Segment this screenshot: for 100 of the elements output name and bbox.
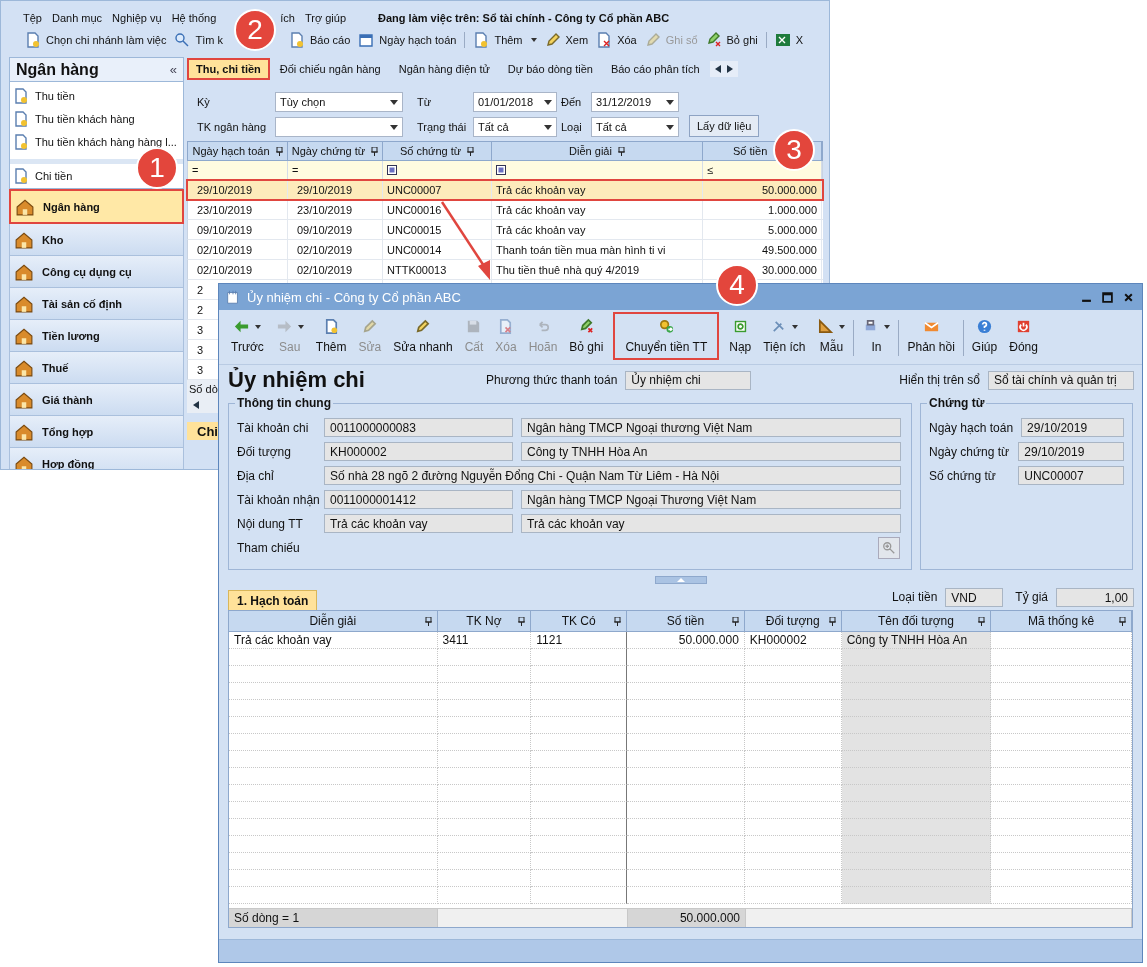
module-button[interactable]: Công cụ dụng cụ	[9, 256, 184, 288]
pin-icon[interactable]	[275, 146, 283, 156]
scroll-left-icon[interactable]	[193, 401, 199, 409]
pin-icon[interactable]	[828, 616, 836, 626]
menu-item[interactable]: Danh mục	[51, 12, 103, 24]
pin-icon[interactable]	[467, 146, 475, 156]
menu-item[interactable]: Tệp	[23, 12, 42, 24]
input-field[interactable]: Trả các khoản vay	[324, 514, 513, 533]
toolbar-button[interactable]: Báo cáo	[284, 30, 355, 50]
input-field[interactable]: Ngân hàng TMCP Ngoại Thương Việt Nam	[521, 490, 901, 509]
toolbar-button[interactable]: Tiện ích	[757, 312, 812, 360]
input-field[interactable]: 0011000001412	[324, 490, 513, 509]
toolbar-button[interactable]: Thêm	[309, 312, 353, 360]
close-icon[interactable]	[1123, 291, 1134, 303]
toolbar-button[interactable]: Thêm	[469, 30, 541, 50]
menu-item[interactable]: Trợ giúp	[305, 12, 347, 24]
toolbar-button[interactable]: Xóa	[592, 30, 641, 50]
module-button[interactable]: Hợp đồng	[9, 448, 184, 469]
dropdown-field[interactable]: Tùy chọn	[275, 92, 403, 112]
dropdown-field[interactable]: 31/12/2019	[591, 92, 679, 112]
pin-icon[interactable]	[1119, 616, 1126, 626]
scroll-left-icon[interactable]	[714, 65, 721, 73]
tab-scroll-buttons[interactable]	[709, 61, 738, 77]
pin-icon[interactable]	[424, 616, 432, 626]
toolbar-button[interactable]: Xem	[540, 30, 593, 50]
pin-icon[interactable]	[978, 616, 986, 626]
input-field[interactable]: Công ty TNHH Hòa An	[521, 442, 901, 461]
toolbar-button[interactable]: Bỏ ghi	[563, 312, 610, 360]
toolbar-button[interactable]: Sửa nhanh	[387, 312, 459, 360]
input-field[interactable]: 1,00	[1056, 588, 1134, 607]
input-field[interactable]: 0011000000083	[324, 418, 513, 437]
filter-operator[interactable]: =	[292, 164, 299, 176]
input-field[interactable]: 29/10/2019	[1021, 418, 1124, 437]
table-cell: UNC00007	[383, 180, 492, 199]
toolbar-button[interactable]: Chuyển tiền TT	[613, 312, 720, 360]
tab[interactable]: Dự báo dòng tiền	[499, 58, 601, 80]
toolbar-button[interactable]: Giúp	[965, 312, 1004, 360]
sidebar-item[interactable]: Chi tiền	[10, 164, 77, 187]
dropdown-field[interactable]: 01/01/2018	[473, 92, 557, 112]
input-field[interactable]: Ngân hàng TMCP Ngoại thương Việt Nam	[521, 418, 901, 437]
module-button[interactable]: Thuế	[9, 352, 184, 384]
input-field[interactable]: VND	[945, 588, 1004, 607]
toolbar-button[interactable]: In	[856, 312, 897, 360]
module-button[interactable]: Ngân hàng	[9, 189, 184, 224]
menu-item[interactable]: Nghiệp vụ	[112, 12, 162, 24]
pin-icon[interactable]	[731, 616, 739, 626]
toolbar-button[interactable]: Ngày hạch toán	[354, 30, 461, 50]
input-field[interactable]: UNC00007	[1018, 466, 1124, 485]
input-field[interactable]: Trả các khoản vay	[521, 514, 901, 533]
menu-item[interactable]: ích	[280, 12, 295, 24]
input-field[interactable]: 29/10/2019	[1018, 442, 1124, 461]
square-icon[interactable]	[496, 165, 506, 175]
group-title: Chứng từ	[927, 396, 987, 410]
toolbar-button[interactable]: Nạp	[723, 312, 758, 360]
module-button[interactable]: Tiền lương	[9, 320, 184, 352]
table-row[interactable]: 09/10/2019 09/10/2019 UNC00015 Trả các khoản vay 5.000.000	[187, 220, 823, 240]
dropdown-field[interactable]: Tất cả	[473, 117, 557, 137]
square-icon[interactable]	[387, 165, 397, 175]
scroll-right-icon[interactable]	[726, 65, 733, 73]
menu-item[interactable]: Hệ thống	[171, 12, 217, 24]
delete-icon	[500, 319, 512, 334]
maximize-icon[interactable]	[1102, 291, 1113, 303]
input-field[interactable]: Sổ tài chính và quản trị	[988, 370, 1134, 390]
fetch-button[interactable]: Lấy dữ liệu	[689, 115, 760, 137]
tab[interactable]: Báo cáo phân tích	[602, 58, 708, 80]
input-field[interactable]: Ủy nhiệm chi	[625, 370, 752, 390]
pencil-icon	[417, 319, 430, 333]
dropdown-field[interactable]	[275, 117, 403, 137]
toolbar-button[interactable]: X	[770, 30, 808, 50]
table-row[interactable]: 29/10/2019 29/10/2019 UNC00007 Trả các khoản vay 50.000.000	[187, 180, 823, 200]
module-button[interactable]: Giá thành	[9, 384, 184, 416]
toolbar-button[interactable]: Mẫu	[811, 312, 852, 360]
toolbar-button[interactable]: Bỏ ghi	[701, 30, 762, 50]
pin-icon[interactable]	[371, 146, 379, 156]
column-header: Số chứng từ	[399, 145, 462, 157]
filter-operator[interactable]: =	[192, 164, 199, 176]
collapse-handle[interactable]	[655, 576, 707, 584]
collapse-button[interactable]: «	[169, 62, 177, 77]
tab[interactable]: 1. Hạch toán	[228, 590, 318, 610]
toolbar-button[interactable]: Tìm k	[170, 30, 227, 50]
tab[interactable]: Đối chiếu ngân hàng	[271, 58, 389, 80]
tab[interactable]: Thu, chi tiền	[187, 58, 270, 80]
table-row[interactable]: 02/10/2019 02/10/2019 UNC00014 Thanh toán tiền mua màn hình ti vi 49.500.000	[187, 240, 823, 260]
toolbar-button[interactable]: Đóng	[1003, 312, 1044, 360]
module-button[interactable]: Tài sản cố định	[9, 288, 184, 320]
input-field[interactable]: Số nhà 28 ngõ 2 đường Nguyễn Đổng Chi - Quận Nam Từ Liêm - Hà Nội	[324, 466, 901, 485]
toolbar-button[interactable]: Chọn chi nhánh làm việc	[21, 30, 171, 50]
dropdown-field[interactable]: Tất cả	[591, 117, 679, 137]
sidebar-item[interactable]: Thu tiền khách hàng	[10, 107, 139, 130]
tab[interactable]: Ngân hàng điện tử	[390, 58, 498, 80]
filter-operator[interactable]: ≤	[707, 164, 714, 176]
pin-icon[interactable]	[617, 146, 625, 156]
module-button[interactable]: Kho	[9, 224, 184, 256]
toolbar-button[interactable]: Phản hồi	[901, 312, 961, 360]
pin-icon[interactable]	[518, 616, 526, 626]
module-button[interactable]: Tổng hợp	[9, 416, 184, 448]
sidebar-item[interactable]: Thu tiền	[10, 84, 79, 107]
table-row[interactable]: 23/10/2019 23/10/2019 UNC00016 Trả các khoản vay 1.000.000	[187, 200, 823, 220]
pin-icon[interactable]	[614, 616, 622, 626]
input-field[interactable]: KH000002	[324, 442, 513, 461]
